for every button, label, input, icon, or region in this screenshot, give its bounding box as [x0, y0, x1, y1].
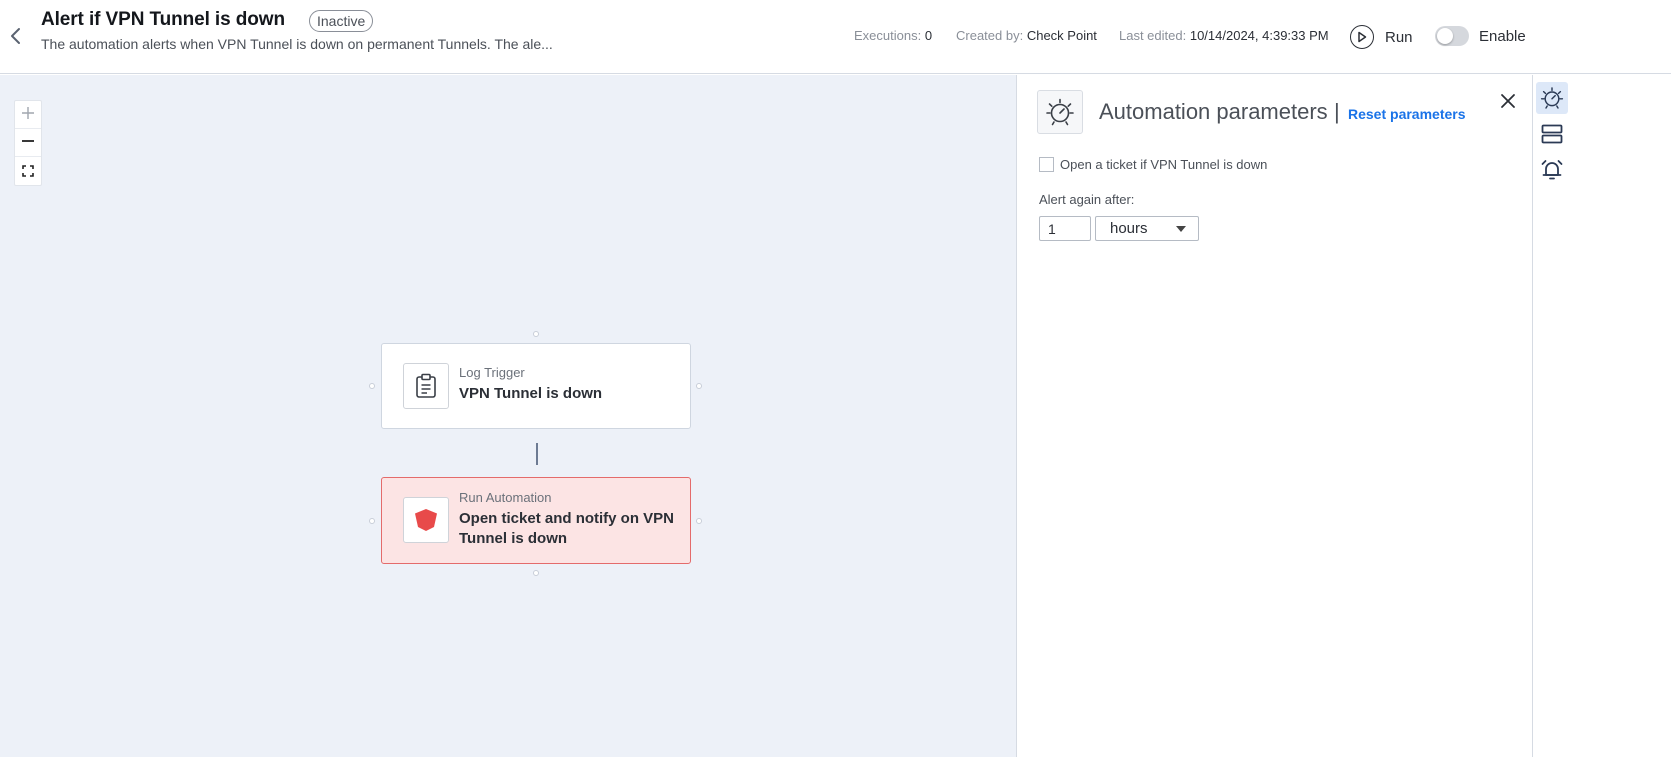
- open-ticket-checkbox[interactable]: [1039, 157, 1054, 172]
- last-edited-label: Last edited:: [1119, 28, 1187, 43]
- executions-value: 0: [924, 28, 933, 43]
- node-handle[interactable]: [696, 518, 702, 524]
- parameters-panel: Automation parameters | Reset parameters…: [1016, 75, 1532, 757]
- clipboard-icon: [403, 363, 449, 409]
- node-handle[interactable]: [696, 383, 702, 389]
- layout-icon: [1541, 124, 1563, 144]
- page-description: The automation alerts when VPN Tunnel is…: [41, 36, 553, 52]
- alert-unit-value: hours: [1110, 220, 1148, 237]
- page-title: Alert if VPN Tunnel is down: [41, 9, 285, 30]
- executions-label: Executions:: [854, 28, 922, 43]
- back-button[interactable]: [4, 24, 28, 48]
- zoom-in-button[interactable]: [15, 101, 41, 129]
- alarm-icon: [1541, 160, 1563, 180]
- run-label: Run: [1385, 28, 1413, 46]
- node-type: Log Trigger: [459, 365, 525, 380]
- title-separator: |: [1334, 99, 1340, 124]
- caret-down-icon: [1176, 226, 1186, 232]
- enable-label: Enable: [1479, 28, 1526, 45]
- automation-icon: [1037, 90, 1083, 134]
- red-shield-icon: [403, 497, 449, 543]
- play-icon: [1350, 25, 1374, 49]
- rail-alarm-button[interactable]: [1536, 154, 1568, 186]
- node-name: Open ticket and notify on VPN Tunnel is …: [459, 510, 675, 547]
- node-type: Run Automation: [459, 490, 552, 505]
- trigger-node[interactable]: Log Trigger VPN Tunnel is down: [381, 343, 691, 429]
- chevron-left-icon: [11, 28, 20, 44]
- node-handle[interactable]: [533, 331, 539, 337]
- node-handle[interactable]: [369, 383, 375, 389]
- created-by-meta: Created by: Check Point: [956, 28, 1097, 43]
- node-connector: [536, 443, 538, 465]
- toggle-knob: [1437, 28, 1453, 44]
- node-name: VPN Tunnel is down: [459, 385, 603, 402]
- action-node[interactable]: Run Automation Open ticket and notify on…: [381, 477, 691, 564]
- rail-layout-button[interactable]: [1536, 118, 1568, 150]
- run-button[interactable]: Run: [1350, 24, 1413, 50]
- right-rail: [1532, 75, 1671, 757]
- zoom-controls: [14, 100, 42, 186]
- reset-parameters-link[interactable]: Reset parameters: [1348, 106, 1466, 122]
- last-edited-value: 10/14/2024, 4:39:33 PM: [1189, 28, 1329, 43]
- fit-view-button[interactable]: [15, 157, 41, 185]
- alert-unit-select[interactable]: hours: [1095, 216, 1199, 241]
- plus-icon: [21, 104, 35, 125]
- fullscreen-icon: [22, 161, 34, 182]
- executions-meta: Executions: 0: [854, 28, 932, 43]
- automation-icon: [1540, 87, 1564, 109]
- enable-toggle[interactable]: [1435, 26, 1469, 46]
- header: Alert if VPN Tunnel is down Inactive The…: [0, 0, 1671, 74]
- open-ticket-option[interactable]: Open a ticket if VPN Tunnel is down: [1039, 157, 1267, 172]
- node-handle[interactable]: [369, 518, 375, 524]
- created-by-label: Created by:: [956, 28, 1024, 43]
- minus-icon: [21, 132, 35, 153]
- workflow-canvas[interactable]: Log Trigger VPN Tunnel is down Run Autom…: [0, 75, 1016, 757]
- created-by-value: Check Point: [1026, 28, 1097, 43]
- node-handle[interactable]: [533, 570, 539, 576]
- panel-title: Automation parameters: [1099, 99, 1328, 124]
- zoom-out-button[interactable]: [15, 129, 41, 157]
- open-ticket-label: Open a ticket if VPN Tunnel is down: [1060, 157, 1268, 172]
- last-edited-meta: Last edited: 10/14/2024, 4:39:33 PM: [1119, 28, 1329, 43]
- status-badge: Inactive: [309, 10, 374, 32]
- alert-again-label: Alert again after:: [1039, 192, 1135, 207]
- rail-automation-button[interactable]: [1536, 82, 1568, 114]
- close-icon: [1501, 94, 1515, 108]
- alert-interval-input[interactable]: [1039, 216, 1091, 241]
- close-panel-button[interactable]: [1497, 90, 1519, 112]
